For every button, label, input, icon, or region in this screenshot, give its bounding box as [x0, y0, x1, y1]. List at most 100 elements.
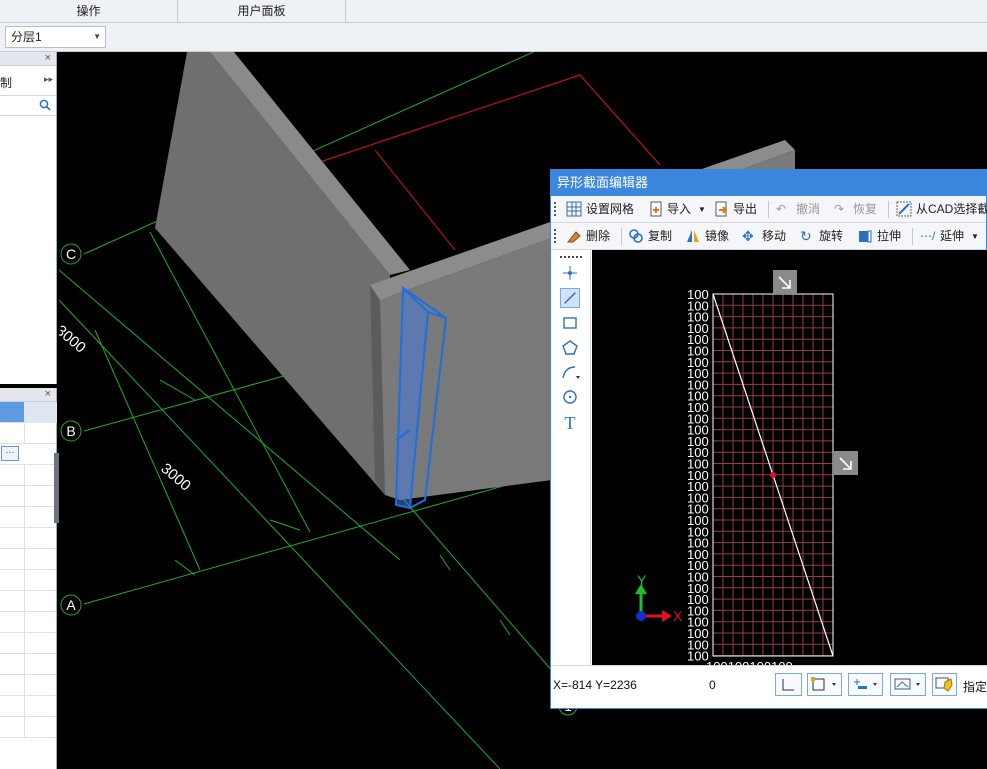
delete-button[interactable]: 删除 — [586, 228, 610, 245]
row-labels: 1001001001001001001001001001001001001001… — [687, 287, 709, 664]
property-row[interactable] — [0, 465, 56, 486]
axis-bubble-b: B — [60, 420, 82, 442]
copy-icon — [629, 229, 643, 243]
more-options-button[interactable]: ··· — [1, 446, 19, 461]
ribbon-group-user-panel[interactable]: 用户面板 — [178, 0, 346, 22]
rectangle-tool-icon[interactable] — [560, 313, 580, 333]
expand-arrows-icon[interactable]: ▸▸ — [44, 74, 53, 85]
section-editor-window: 异形截面编辑器 设置网格 导入 ▼ 导出 ↶ 撤消 ↷ 恢复 从CAD选择截 删… — [550, 169, 987, 709]
property-row[interactable] — [0, 633, 56, 654]
undo-button[interactable]: 撤消 — [796, 201, 820, 218]
grid-icon — [566, 201, 582, 217]
move-icon: ✥ — [742, 228, 754, 244]
toolbar-grip[interactable] — [560, 256, 582, 258]
editor-toolbar-1: 设置网格 导入 ▼ 导出 ↶ 撤消 ↷ 恢复 从CAD选择截 — [551, 196, 987, 223]
toolbar-grip[interactable] — [554, 202, 556, 216]
property-row[interactable] — [0, 591, 56, 612]
panel-header: × — [0, 388, 56, 402]
axis-bubble-a: A — [60, 594, 82, 616]
dimension-dropdown-button[interactable] — [848, 673, 883, 696]
ortho-icon — [782, 679, 794, 691]
export-icon — [715, 201, 728, 217]
right-grip-handle[interactable] — [834, 451, 858, 475]
display-icon — [894, 678, 920, 690]
editor-title[interactable]: 异形截面编辑器 — [551, 170, 986, 196]
property-row[interactable] — [0, 423, 56, 444]
section-canvas[interactable]: 100 100 100 100 100 100 100 100 100 100 100 100 100 1… — [592, 250, 987, 665]
assign-button[interactable] — [932, 673, 957, 696]
properties-panel: × ··· — [0, 388, 57, 769]
circle-tool-icon[interactable] — [560, 387, 580, 407]
panel-search-input[interactable] — [0, 96, 56, 116]
polygon-tool-icon[interactable] — [560, 338, 580, 358]
assign-icon — [935, 677, 953, 692]
draw-tools-column: T — [551, 250, 591, 665]
ribbon-group-operate[interactable]: 操作 — [0, 0, 178, 22]
svg-text:C: C — [66, 246, 76, 262]
text-tool-icon[interactable]: T — [560, 412, 580, 432]
layer-select[interactable]: 分层1 ▼ — [5, 26, 106, 48]
chevron-down-icon[interactable]: ▼ — [971, 228, 979, 245]
section-drawing[interactable]: 1001001001001001001001001001001001001001… — [592, 250, 987, 665]
property-row-selected[interactable] — [0, 402, 57, 423]
property-row[interactable] — [0, 675, 56, 696]
mirror-button[interactable]: 镜像 — [705, 228, 729, 245]
assign-label[interactable]: 指定 — [963, 678, 987, 695]
chevron-down-icon: ▼ — [93, 32, 101, 41]
component-list-panel: × 制 ▸▸ — [0, 52, 57, 384]
undo-arrow-icon: ↶ — [776, 202, 787, 216]
copy-button[interactable]: 复制 — [648, 228, 672, 245]
axis-indicator — [635, 584, 672, 622]
property-row[interactable]: ··· — [0, 444, 56, 465]
snap-icon — [811, 677, 836, 691]
export-button[interactable]: 导出 — [733, 201, 757, 218]
close-icon[interactable]: × — [45, 52, 51, 65]
rotate-icon: ↻ — [800, 228, 812, 244]
ortho-toggle-button[interactable] — [775, 673, 802, 696]
y-axis-label: Y — [637, 572, 647, 588]
display-dropdown-button[interactable] — [890, 673, 926, 696]
cad-select-icon — [896, 201, 912, 217]
chevron-down-icon[interactable]: ▼ — [698, 201, 706, 218]
property-row[interactable] — [0, 654, 56, 675]
property-row[interactable] — [0, 507, 56, 528]
redo-button[interactable]: 恢复 — [853, 201, 877, 218]
panel-title-row: 制 ▸▸ — [0, 66, 56, 96]
import-icon — [650, 201, 662, 217]
panel-title: 制 — [0, 76, 13, 90]
property-row[interactable] — [0, 570, 56, 591]
layer-select-value: 分层1 — [11, 30, 42, 44]
snap-dropdown-button[interactable] — [807, 673, 842, 696]
axis-bubble-c: C — [60, 243, 82, 265]
move-button[interactable]: 移动 — [762, 228, 786, 245]
extend-button[interactable]: 延伸 — [940, 228, 964, 245]
editor-toolbar-2: 删除 复制 镜像 ✥ 移动 ↻ 旋转 拉伸 ⋯/ 延伸 ▼ — [551, 223, 986, 250]
eraser-icon — [566, 231, 581, 243]
line-tool-icon[interactable] — [560, 288, 580, 308]
top-grip-handle[interactable] — [773, 270, 797, 294]
property-row[interactable] — [0, 549, 56, 570]
property-row[interactable] — [0, 612, 56, 633]
search-icon[interactable] — [39, 99, 51, 111]
toolbar-grip[interactable] — [554, 229, 556, 243]
layer-toolbar: 分层1 ▼ — [0, 23, 987, 52]
ribbon-bar: 操作 用户面板 — [0, 0, 987, 23]
stretch-button[interactable]: 拉伸 — [877, 228, 901, 245]
property-row[interactable] — [0, 696, 56, 717]
property-row[interactable] — [0, 717, 56, 738]
mirror-icon — [687, 230, 699, 242]
property-row[interactable] — [0, 528, 56, 549]
point-tool-icon[interactable] — [560, 263, 580, 283]
property-row[interactable] — [0, 486, 56, 507]
redo-arrow-icon: ↷ — [834, 202, 845, 216]
set-grid-button[interactable]: 设置网格 — [586, 201, 634, 218]
rotate-button[interactable]: 旋转 — [819, 228, 843, 245]
midpoint-marker[interactable] — [770, 472, 776, 478]
from-cad-button[interactable]: 从CAD选择截 — [916, 201, 987, 218]
svg-text:T: T — [565, 413, 576, 432]
arc-tool-icon[interactable] — [560, 362, 580, 382]
dimension-label: 3000 — [157, 460, 193, 494]
import-button[interactable]: 导入 — [667, 201, 691, 218]
close-icon[interactable]: × — [45, 388, 51, 401]
status-value: 0 — [709, 678, 716, 692]
